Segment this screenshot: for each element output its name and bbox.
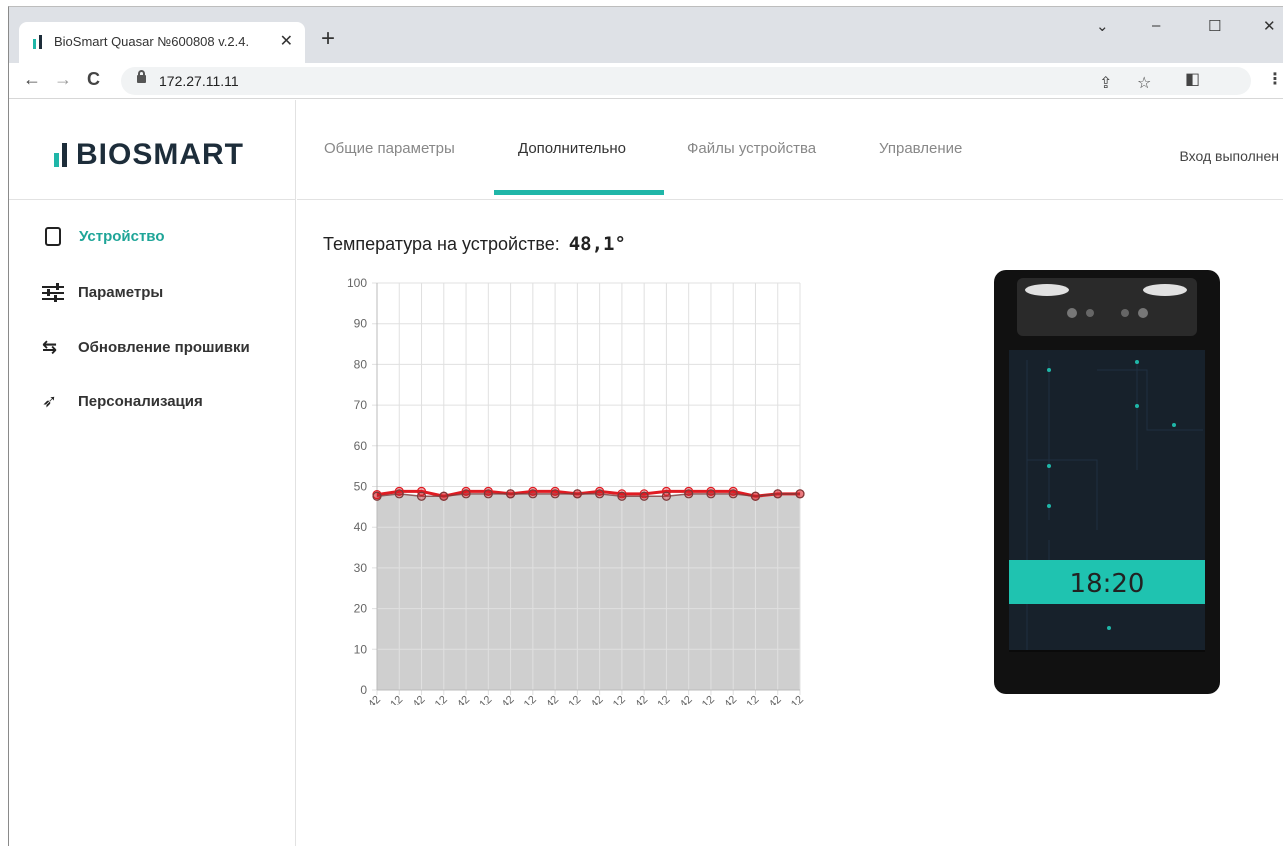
tab-strip: BioSmart Quasar №600808 v.2.4. ✕ + ⌄ – ☐…: [9, 7, 1283, 63]
sliders-icon: [42, 283, 64, 302]
maximize-button[interactable]: ☐: [1208, 17, 1221, 35]
biosmart-favicon-icon: [33, 35, 45, 49]
lock-icon: [137, 70, 146, 83]
minimize-button[interactable]: –: [1152, 17, 1160, 34]
y-tick-label: 100: [347, 276, 367, 290]
url-text[interactable]: 172.27.11.11: [159, 73, 239, 89]
logo-text: BIOSMART: [76, 138, 244, 171]
tab-close-icon[interactable]: ✕: [280, 31, 293, 51]
temperature-chart: 010203040506070809010017:03:4217:04:1217…: [344, 276, 806, 705]
update-icon: ⇆: [42, 337, 58, 357]
sidebar-item-firmware-update[interactable]: ⇆ Обновление прошивки: [42, 338, 250, 356]
device-screen: [1009, 350, 1205, 650]
rocket-icon: ➶: [42, 391, 58, 411]
browser-tab[interactable]: BioSmart Quasar №600808 v.2.4. ✕: [19, 22, 305, 63]
new-tab-button[interactable]: +: [321, 27, 335, 51]
biosmart-logo: BIOSMART: [54, 138, 244, 172]
data-point: [528, 489, 538, 499]
tab-title: BioSmart Quasar №600808 v.2.4.: [54, 34, 250, 49]
data-point: [728, 489, 738, 499]
chart-area-fill: [377, 493, 800, 690]
y-tick-label: 70: [354, 398, 368, 412]
y-tick-label: 40: [354, 520, 368, 534]
logo-area: BIOSMART: [9, 100, 296, 200]
data-point: [439, 491, 449, 501]
sidebar-item-label: Параметры: [78, 283, 164, 301]
temperature-heading: Температура на устройстве: 48,1°: [323, 233, 626, 255]
back-button[interactable]: ←: [23, 69, 41, 90]
y-tick-label: 0: [360, 683, 367, 697]
data-point: [394, 489, 404, 499]
device-light-left: [1025, 284, 1069, 296]
sidebar: Устройство Параметры ⇆ Обновление прошив…: [9, 200, 296, 846]
camera-lens-icon: [1138, 308, 1148, 318]
y-tick-label: 60: [354, 439, 368, 453]
data-point: [572, 489, 582, 499]
login-status[interactable]: Вход выполнен: [1179, 148, 1279, 164]
tablet-icon: [45, 227, 61, 246]
browser-window: BioSmart Quasar №600808 v.2.4. ✕ + ⌄ – ☐…: [8, 6, 1283, 846]
logo-mark-icon: [54, 143, 72, 167]
camera-lens-icon: [1067, 308, 1077, 318]
data-point: [795, 489, 805, 499]
device-light-right: [1143, 284, 1187, 296]
data-point: [684, 489, 694, 499]
y-tick-label: 80: [354, 357, 368, 371]
share-icon[interactable]: ⇪: [1099, 73, 1112, 93]
data-point: [617, 491, 627, 501]
app: BIOSMART Общие параметры Дополнительно Ф…: [9, 100, 1283, 846]
y-tick-label: 20: [354, 602, 368, 616]
temperature-label: Температура на устройстве:: [323, 234, 560, 254]
menu-kebab-icon[interactable]: ⋮: [1267, 69, 1283, 89]
data-point: [639, 491, 649, 501]
sidebar-item-device[interactable]: Устройство: [42, 227, 165, 246]
active-tab-indicator: [494, 190, 664, 195]
main-content: Температура на устройстве: 48,1° 0 10 20 30…: [297, 200, 1283, 846]
side-panel-icon[interactable]: ◧: [1185, 69, 1200, 89]
top-nav: Общие параметры Дополнительно Файлы устр…: [297, 100, 1283, 200]
tab-additional[interactable]: Дополнительно: [518, 140, 626, 157]
device-image: 18:20: [994, 270, 1220, 694]
device-screen-time: 18:20: [1070, 569, 1145, 599]
data-point: [661, 491, 672, 501]
y-tick-label: 30: [354, 561, 368, 575]
browser-toolbar: ← → C 172.27.11.11 ⇪ ☆ ◧ ⋮: [9, 63, 1283, 99]
temperature-value: 48,1°: [568, 233, 626, 255]
data-point: [595, 489, 605, 499]
sidebar-item-personalization[interactable]: ➶ Персонализация: [42, 392, 203, 410]
tab-management[interactable]: Управление: [879, 140, 962, 157]
data-point: [461, 489, 471, 499]
y-tick-label: 10: [354, 642, 368, 656]
tab-device-files[interactable]: Файлы устройства: [687, 140, 816, 157]
sidebar-item-label: Обновление прошивки: [78, 338, 250, 356]
camera-lens-icon: [1121, 309, 1129, 317]
data-point: [416, 491, 427, 501]
tab-search-chevron-icon[interactable]: ⌄: [1096, 17, 1109, 35]
y-tick-label: 90: [354, 317, 368, 331]
tab-general-params[interactable]: Общие параметры: [324, 140, 455, 157]
data-point: [550, 489, 560, 499]
forward-button[interactable]: →: [54, 69, 72, 90]
data-point: [483, 489, 493, 499]
bookmark-star-icon[interactable]: ☆: [1137, 73, 1151, 93]
address-bar[interactable]: 172.27.11.11 ⇪ ☆: [121, 67, 1251, 95]
data-point: [773, 489, 783, 499]
data-point: [750, 491, 761, 501]
close-window-button[interactable]: ✕: [1263, 17, 1276, 35]
sidebar-item-label: Персонализация: [78, 392, 203, 410]
sidebar-item-parameters[interactable]: Параметры: [42, 283, 164, 302]
data-point: [372, 491, 382, 501]
camera-lens-icon: [1086, 309, 1094, 317]
data-point: [505, 489, 516, 499]
reload-button[interactable]: C: [87, 69, 100, 90]
sidebar-item-label: Устройство: [79, 228, 165, 245]
data-point: [706, 489, 716, 499]
y-tick-label: 50: [354, 480, 368, 494]
